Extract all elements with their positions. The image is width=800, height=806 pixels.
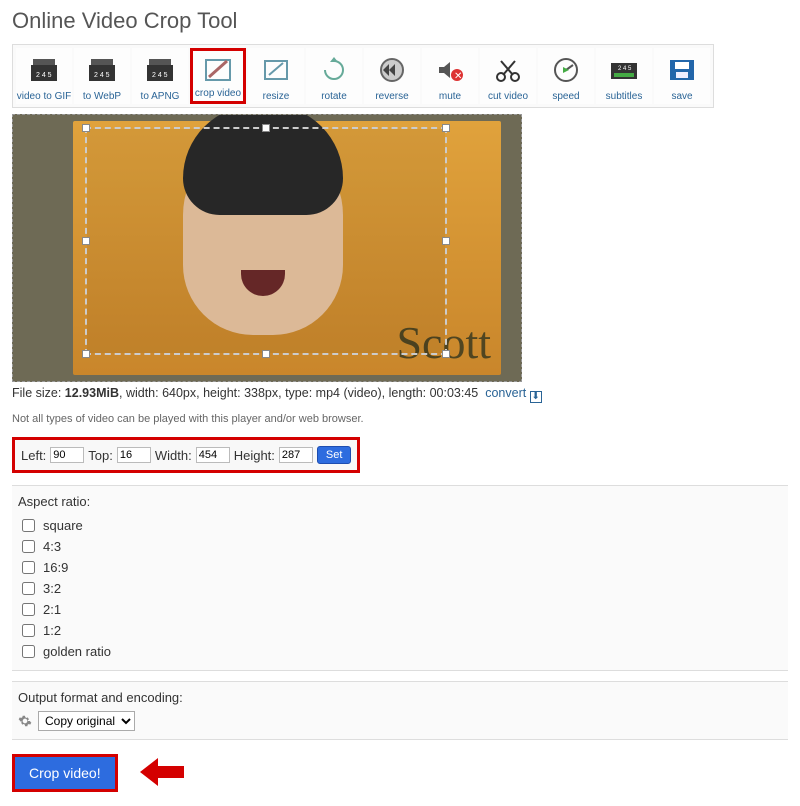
tool-to-apng[interactable]: 2 4 5 to APNG (132, 48, 188, 104)
tool-label: video to GIF (17, 91, 71, 102)
crop-handle-right[interactable] (442, 237, 450, 245)
reverse-icon (364, 50, 420, 89)
file-info: File size: 12.93MiB, width: 640px, heigh… (12, 386, 788, 403)
crop-handle-bottom-left[interactable] (82, 350, 90, 358)
width-label: Width: (155, 448, 192, 463)
aspect-title: Aspect ratio: (18, 494, 782, 509)
aspect-label: square (43, 518, 83, 533)
left-label: Left: (21, 448, 46, 463)
left-input[interactable] (50, 447, 84, 463)
crop-handle-top-left[interactable] (82, 124, 90, 132)
save-icon (654, 50, 710, 89)
tool-label: subtitles (606, 91, 643, 102)
mute-icon: ✕ (422, 50, 478, 89)
tool-speed[interactable]: speed (538, 48, 594, 104)
svg-text:2 4 5: 2 4 5 (618, 66, 632, 72)
crop-video-icon (193, 53, 243, 86)
to-webp-icon: 2 4 5 (74, 50, 130, 89)
tool-video-to-gif[interactable]: 2 4 5 video to GIF (16, 48, 72, 104)
aspect-checkbox[interactable] (22, 624, 35, 637)
subtitles-icon: 2 4 5 (596, 50, 652, 89)
tool-label: reverse (375, 91, 408, 102)
aspect-label: 1:2 (43, 623, 61, 638)
crop-handle-bottom-right[interactable] (442, 350, 450, 358)
video-preview[interactable]: Scott (12, 114, 522, 382)
gear-icon[interactable] (18, 714, 32, 728)
arrow-pointer-icon (140, 758, 184, 789)
svg-text:2 4 5: 2 4 5 (152, 72, 168, 79)
output-title: Output format and encoding: (18, 690, 782, 705)
tool-label: save (671, 91, 692, 102)
aspect-checkbox[interactable] (22, 540, 35, 553)
height-label: Height: (234, 448, 275, 463)
aspect-option-16-9[interactable]: 16:9 (18, 557, 782, 578)
download-icon[interactable]: ⬇ (530, 391, 542, 403)
aspect-option-1-2[interactable]: 1:2 (18, 620, 782, 641)
aspect-label: 16:9 (43, 560, 68, 575)
tool-resize[interactable]: resize (248, 48, 304, 104)
aspect-panel: Aspect ratio: square 4:3 16:9 3:2 2:1 1:2 gold… (12, 485, 788, 671)
aspect-label: 4:3 (43, 539, 61, 554)
tool-label: crop video (195, 88, 241, 99)
svg-text:✕: ✕ (454, 71, 462, 82)
to-apng-icon: 2 4 5 (132, 50, 188, 89)
output-format-select[interactable]: Copy original (38, 711, 135, 731)
speed-icon (538, 50, 594, 89)
tool-label: resize (263, 91, 290, 102)
crop-selection[interactable] (85, 127, 447, 355)
aspect-label: 2:1 (43, 602, 61, 617)
crop-handle-top-right[interactable] (442, 124, 450, 132)
height-input[interactable] (279, 447, 313, 463)
crop-handle-top[interactable] (262, 124, 270, 132)
aspect-option-square[interactable]: square (18, 515, 782, 536)
set-button[interactable]: Set (317, 446, 352, 464)
aspect-option-4-3[interactable]: 4:3 (18, 536, 782, 557)
width-input[interactable] (196, 447, 230, 463)
convert-link[interactable]: convert (485, 386, 526, 400)
tool-subtitles[interactable]: 2 4 5 subtitles (596, 48, 652, 104)
svg-text:2 4 5: 2 4 5 (36, 72, 52, 79)
tool-rotate[interactable]: rotate (306, 48, 362, 104)
rotate-icon (306, 50, 362, 89)
tool-label: cut video (488, 91, 528, 102)
tool-to-webp[interactable]: 2 4 5 to WebP (74, 48, 130, 104)
aspect-checkbox[interactable] (22, 582, 35, 595)
aspect-option-3-2[interactable]: 3:2 (18, 578, 782, 599)
aspect-option-golden-ratio[interactable]: golden ratio (18, 641, 782, 662)
aspect-label: golden ratio (43, 644, 111, 659)
resize-icon (248, 50, 304, 89)
aspect-checkbox[interactable] (22, 561, 35, 574)
tool-label: to APNG (141, 91, 180, 102)
crop-coords-row: Left: Top: Width: Height: Set (12, 437, 360, 473)
cut-video-icon (480, 50, 536, 89)
top-label: Top: (88, 448, 113, 463)
page-title: Online Video Crop Tool (12, 8, 800, 34)
top-input[interactable] (117, 447, 151, 463)
crop-video-button[interactable]: Crop video! (12, 754, 118, 792)
video-to-gif-icon: 2 4 5 (16, 50, 72, 89)
toolbar: 2 4 5 video to GIF 2 4 5 to WebP 2 4 5 to APN… (12, 44, 714, 108)
aspect-checkbox[interactable] (22, 645, 35, 658)
aspect-label: 3:2 (43, 581, 61, 596)
compat-note: Not all types of video can be played wit… (12, 413, 788, 425)
crop-handle-bottom[interactable] (262, 350, 270, 358)
tool-crop-video[interactable]: crop video (190, 48, 246, 104)
svg-text:2 4 5: 2 4 5 (94, 72, 110, 79)
tool-mute[interactable]: ✕ mute (422, 48, 478, 104)
tool-reverse[interactable]: reverse (364, 48, 420, 104)
aspect-checkbox[interactable] (22, 519, 35, 532)
aspect-option-2-1[interactable]: 2:1 (18, 599, 782, 620)
tool-label: rotate (321, 91, 347, 102)
tool-save[interactable]: save (654, 48, 710, 104)
output-panel: Output format and encoding: Copy origina… (12, 681, 788, 740)
tool-label: speed (552, 91, 579, 102)
tool-label: to WebP (83, 91, 121, 102)
tool-label: mute (439, 91, 461, 102)
aspect-checkbox[interactable] (22, 603, 35, 616)
tool-cut-video[interactable]: cut video (480, 48, 536, 104)
crop-handle-left[interactable] (82, 237, 90, 245)
